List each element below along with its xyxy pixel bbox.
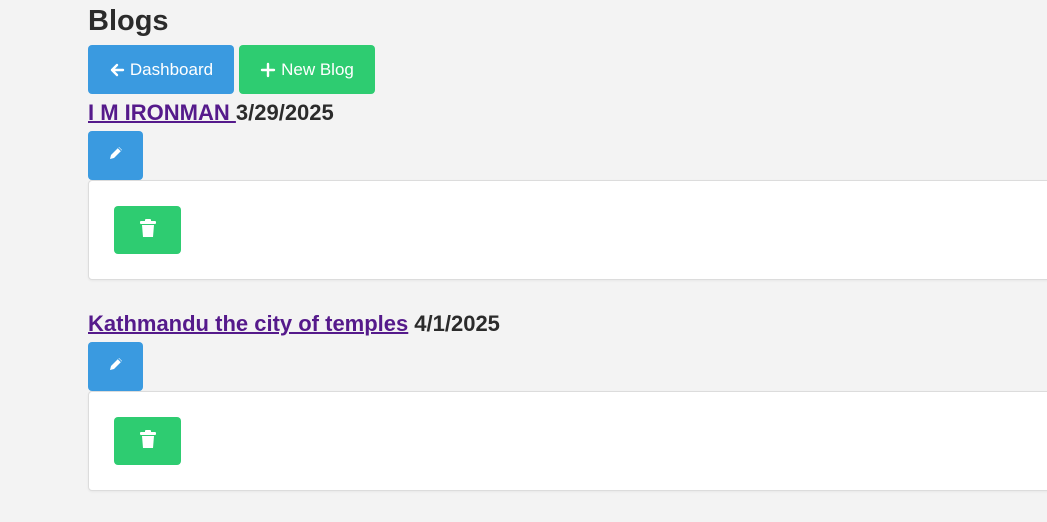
delete-button[interactable] — [114, 417, 181, 465]
arrow-left-icon — [109, 62, 125, 78]
trash-icon — [139, 429, 157, 454]
blog-card — [88, 180, 1047, 280]
blog-header: I M IRONMAN 3/29/2025 — [88, 100, 334, 126]
delete-button[interactable] — [114, 206, 181, 254]
blog-date: 3/29/2025 — [235, 100, 334, 125]
page-title: Blogs — [88, 5, 169, 37]
dashboard-button[interactable]: Dashboard — [88, 45, 234, 94]
blog-header: Kathmandu the city of temples 4/1/2025 — [88, 311, 500, 337]
blog-date: 4/1/2025 — [414, 311, 500, 336]
new-blog-button-label: New Blog — [281, 59, 354, 79]
new-blog-button[interactable]: New Blog — [239, 45, 375, 94]
blog-title-link[interactable]: I M IRONMAN — [88, 100, 236, 125]
dashboard-button-label: Dashboard — [129, 59, 214, 79]
blog-card — [88, 391, 1047, 491]
trash-icon — [139, 218, 157, 243]
pencil-icon — [107, 355, 125, 378]
plus-icon — [260, 62, 276, 78]
edit-button[interactable] — [88, 342, 143, 391]
edit-button[interactable] — [88, 131, 143, 180]
pencil-icon — [107, 144, 125, 167]
blog-title-link[interactable]: Kathmandu the city of temples — [88, 311, 408, 336]
